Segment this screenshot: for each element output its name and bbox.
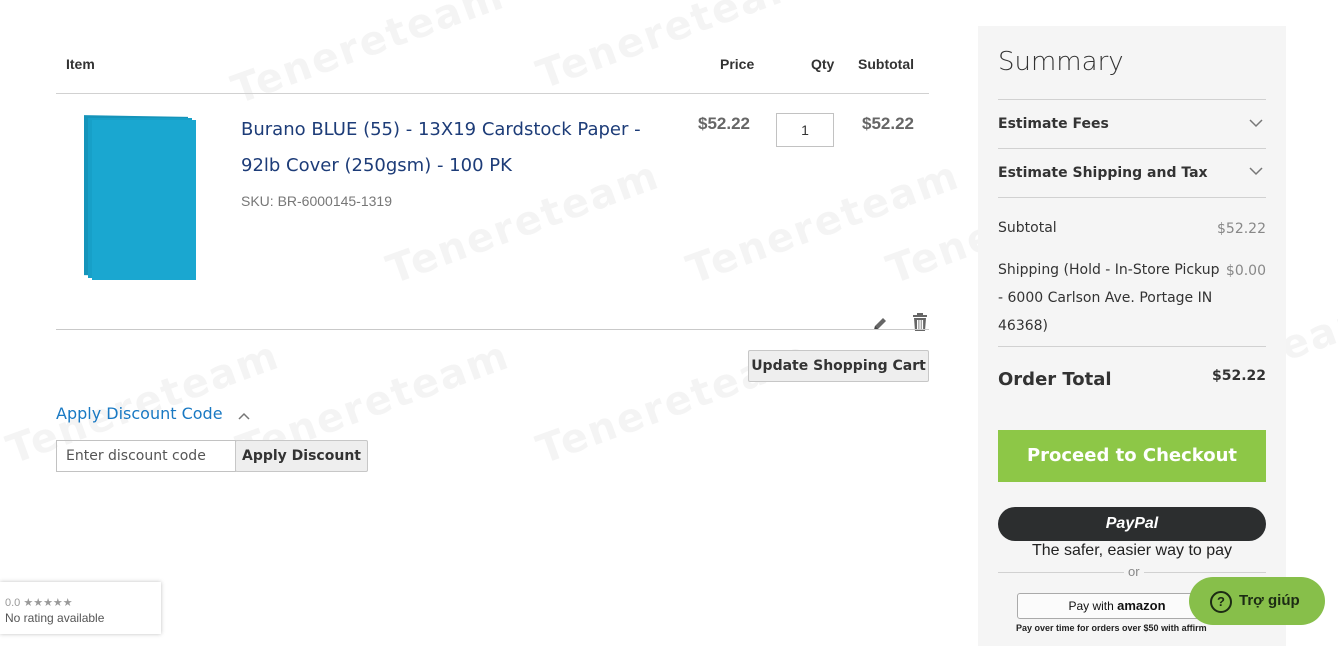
divider bbox=[998, 99, 1266, 100]
watermark-text: Tenereteam bbox=[531, 0, 816, 99]
chevron-down-icon[interactable] bbox=[1249, 163, 1263, 176]
paypal-button[interactable]: PayPal bbox=[998, 507, 1266, 541]
item-subtotal: $52.22 bbox=[862, 114, 914, 133]
product-name-link[interactable]: Burano BLUE (55) - 13X19 Cardstock Paper… bbox=[241, 112, 661, 184]
column-header-qty: Qty bbox=[811, 56, 835, 72]
subtotal-value: $52.22 bbox=[1217, 221, 1266, 237]
amazon-logo-text: amazon bbox=[1117, 598, 1166, 613]
column-header-item: Item bbox=[66, 56, 95, 72]
watermark-text: Tenereteam bbox=[681, 152, 966, 293]
help-label: Trợ giúp bbox=[1239, 592, 1300, 609]
discount-title: Apply Discount Code bbox=[56, 404, 223, 423]
discount-code-input[interactable]: Enter discount code bbox=[56, 440, 236, 472]
paper-sheet bbox=[92, 120, 196, 280]
edit-pencil-icon[interactable] bbox=[871, 315, 889, 333]
discount-toggle[interactable]: Apply Discount Code bbox=[56, 404, 250, 424]
column-header-price: Price bbox=[720, 56, 755, 72]
paypal-tagline: The safer, easier way to pay bbox=[1031, 542, 1233, 559]
proceed-to-checkout-button[interactable]: Proceed to Checkout bbox=[998, 430, 1266, 482]
shipping-value: $0.00 bbox=[1225, 263, 1266, 279]
amazon-prefix: Pay with bbox=[1068, 599, 1114, 613]
order-total-label: Order Total bbox=[998, 369, 1112, 390]
divider bbox=[998, 346, 1266, 347]
watermark-text: Tenereteam bbox=[226, 0, 511, 114]
chevron-down-icon[interactable] bbox=[1249, 115, 1263, 128]
quantity-input[interactable]: 1 bbox=[776, 113, 834, 147]
update-cart-button[interactable]: Update Shopping Cart bbox=[748, 350, 929, 382]
rating-score: 0.0 ★★★★★ bbox=[5, 597, 73, 609]
divider bbox=[998, 148, 1266, 149]
header-divider bbox=[56, 93, 929, 94]
divider bbox=[998, 197, 1266, 198]
product-thumbnail[interactable] bbox=[80, 114, 220, 280]
amazon-pay-button[interactable]: Pay with amazon bbox=[1017, 593, 1217, 619]
summary-title: Summary bbox=[998, 47, 1124, 77]
shipping-label-line-2: - 6000 Carlson Ave. Portage IN bbox=[998, 290, 1213, 306]
or-separator: or bbox=[1124, 564, 1144, 579]
help-button[interactable]: ? Trợ giúp bbox=[1189, 577, 1325, 625]
subtotal-label: Subtotal bbox=[998, 220, 1057, 236]
estimate-shipping-toggle[interactable]: Estimate Shipping and Tax bbox=[998, 165, 1208, 181]
rating-badge[interactable]: 0.0 ★★★★★ No rating available bbox=[0, 582, 161, 634]
rating-text: No rating available bbox=[5, 611, 105, 625]
product-sku: SKU: BR-6000145-1319 bbox=[241, 193, 392, 209]
question-circle-icon: ? bbox=[1210, 591, 1232, 613]
order-total-value: $52.22 bbox=[1211, 368, 1266, 384]
column-header-subtotal: Subtotal bbox=[858, 56, 914, 72]
estimate-fees-toggle[interactable]: Estimate Fees bbox=[998, 116, 1109, 132]
chevron-up-icon bbox=[238, 405, 250, 424]
item-price: $52.22 bbox=[698, 114, 750, 133]
shipping-label-line-3: 46368) bbox=[998, 318, 1048, 334]
apply-discount-button[interactable]: Apply Discount bbox=[235, 440, 368, 472]
item-divider bbox=[56, 329, 929, 330]
shipping-label-line-1: Shipping (Hold - In-Store Pickup bbox=[998, 262, 1220, 278]
